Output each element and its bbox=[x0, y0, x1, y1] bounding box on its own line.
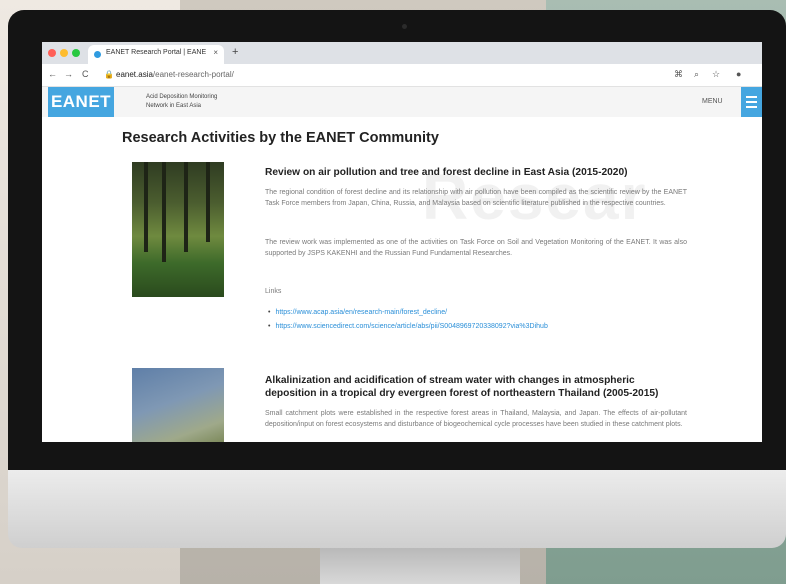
reload-icon[interactable]: C bbox=[82, 69, 89, 79]
new-tab-button[interactable]: + bbox=[232, 46, 238, 58]
article-1-link-1[interactable]: https://www.acap.asia/en/research-main/f… bbox=[268, 309, 447, 316]
browser-tab[interactable]: EANET Research Portal | EANE × bbox=[88, 45, 224, 64]
search-icon[interactable]: ⌕ bbox=[694, 69, 699, 80]
profile-icon[interactable]: ● bbox=[736, 69, 741, 79]
tab-title: EANET Research Portal | EANE bbox=[106, 49, 207, 56]
page-title: Research Activities by the EANET Communi… bbox=[122, 130, 439, 146]
url-domain: eanet.asia bbox=[116, 70, 153, 79]
window-close-dot[interactable] bbox=[48, 49, 56, 57]
lock-icon: 🔒 bbox=[104, 70, 114, 79]
tagline-line-1: Acid Deposition Monitoring bbox=[146, 94, 218, 100]
browser-tab-bar: EANET Research Portal | EANE × + bbox=[42, 42, 762, 64]
url-field[interactable]: eanet.asia/eanet-research-portal/ bbox=[116, 70, 234, 79]
window-maximize-dot[interactable] bbox=[72, 49, 80, 57]
tagline-line-2: Network in East Asia bbox=[146, 103, 202, 109]
menu-label[interactable]: MENU bbox=[702, 98, 723, 105]
article-2-paragraph: Small catchment plots were established i… bbox=[265, 410, 687, 428]
links-label: Links bbox=[265, 288, 282, 295]
site-logo[interactable]: EANET bbox=[48, 87, 114, 117]
extensions-icon[interactable]: ⌘ bbox=[674, 69, 683, 80]
bookmark-star-icon[interactable]: ☆ bbox=[712, 69, 720, 80]
url-path: /eanet-research-portal/ bbox=[152, 70, 234, 79]
hamburger-menu-icon[interactable] bbox=[741, 87, 762, 117]
article-1-paragraph-2: The review work was implemented as one o… bbox=[265, 239, 687, 257]
article-2-title: Alkalinization and acidification of stre… bbox=[265, 374, 715, 400]
stream-forest-photo bbox=[132, 368, 224, 442]
monitor-stand bbox=[320, 548, 520, 584]
address-bar: ← → C 🔒 eanet.asia/eanet-research-portal… bbox=[42, 64, 762, 87]
site-tagline: Acid Deposition Monitoring Network in Ea… bbox=[146, 93, 266, 111]
back-icon[interactable]: ← bbox=[48, 69, 57, 79]
favicon-icon bbox=[94, 51, 101, 58]
window-minimize-dot[interactable] bbox=[60, 49, 68, 57]
forest-photo bbox=[132, 162, 224, 297]
webcam bbox=[402, 24, 407, 29]
article-2-title-line-2: deposition in a tropical dry evergreen f… bbox=[265, 388, 659, 399]
article-1-title: Review on air pollution and tree and for… bbox=[265, 167, 628, 178]
tab-close-icon[interactable]: × bbox=[213, 48, 218, 57]
forward-icon[interactable]: → bbox=[64, 69, 73, 79]
article-2-title-line-1: Alkalinization and acidification of stre… bbox=[265, 375, 635, 386]
monitor-chin bbox=[8, 470, 786, 548]
screen: EANET Research Portal | EANE × + ← → C 🔒… bbox=[42, 42, 762, 442]
article-1-link-2[interactable]: https://www.sciencedirect.com/science/ar… bbox=[268, 323, 547, 330]
article-1-paragraph-1: The regional condition of forest decline… bbox=[265, 189, 687, 207]
